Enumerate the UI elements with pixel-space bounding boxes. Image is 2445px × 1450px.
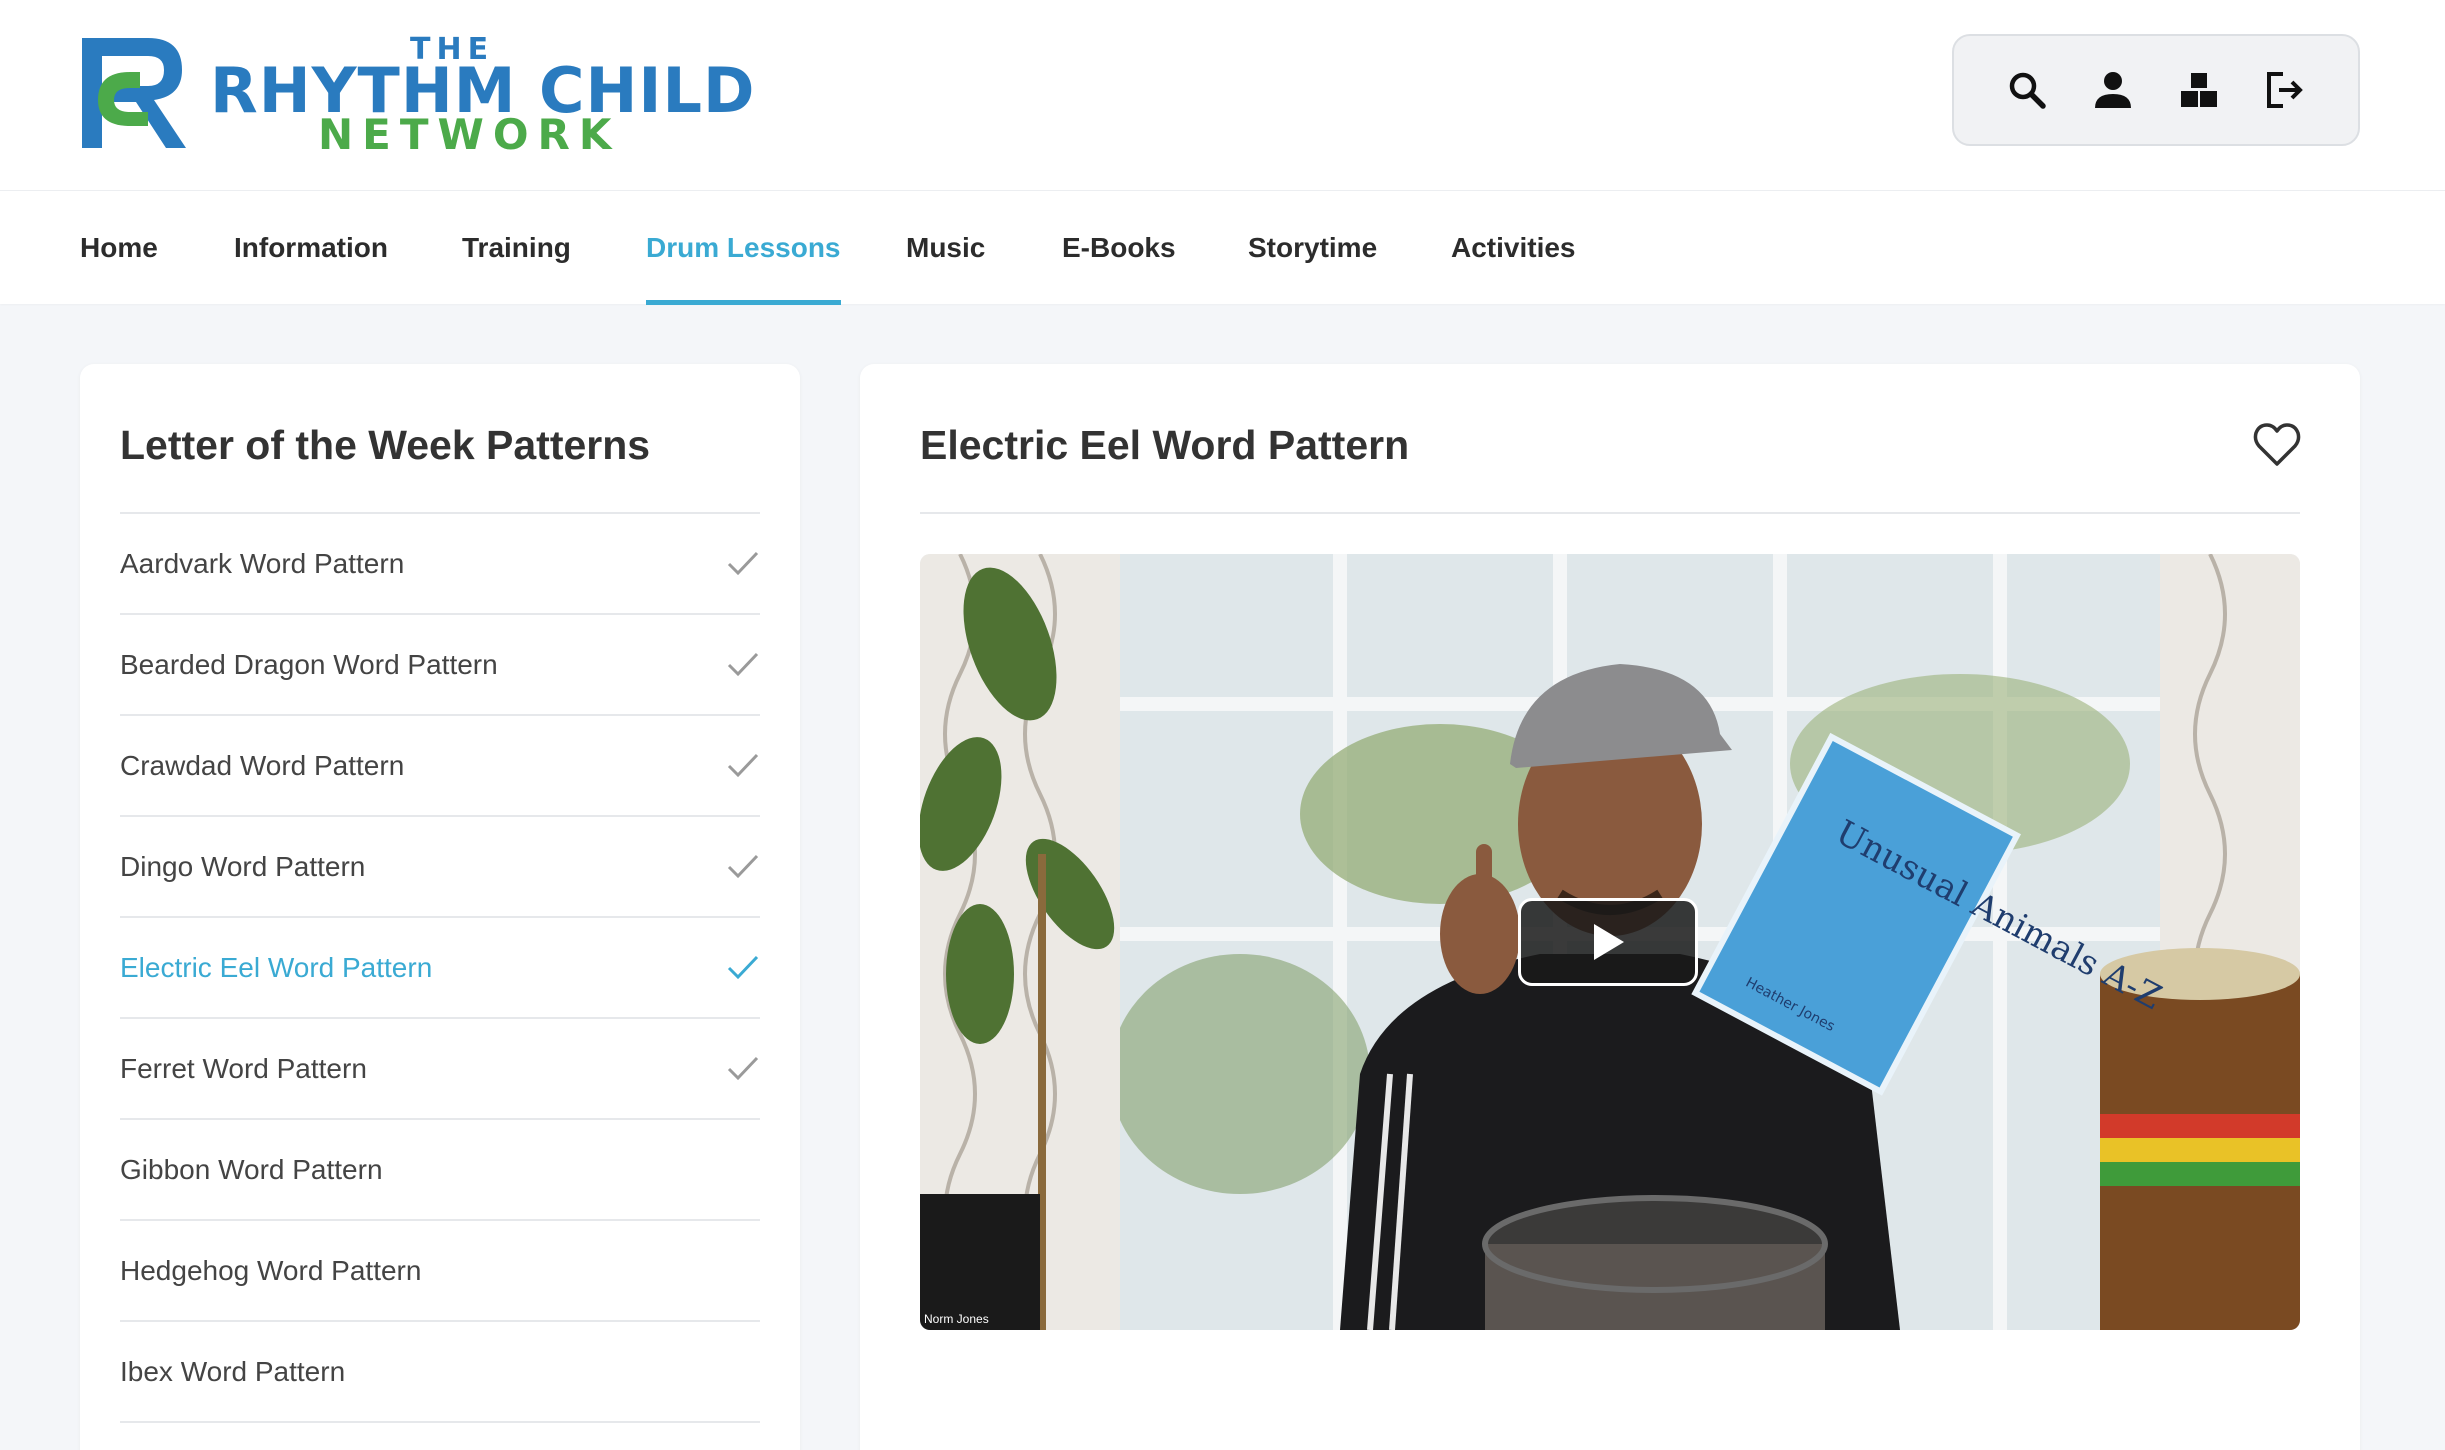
lesson-title: Electric Eel Word Pattern bbox=[920, 422, 1410, 468]
header-toolbar bbox=[1952, 34, 2360, 146]
lesson-list-item[interactable]: Electric Eel Word Pattern bbox=[120, 918, 760, 1019]
nav-home[interactable]: Home bbox=[80, 191, 158, 305]
user-icon[interactable] bbox=[2091, 68, 2135, 112]
search-icon[interactable] bbox=[2005, 68, 2049, 112]
nav-activities[interactable]: Activities bbox=[1451, 191, 1576, 305]
checkmark-icon bbox=[727, 551, 759, 576]
lesson-label: Dingo Word Pattern bbox=[120, 850, 366, 882]
lesson-label: Crawdad Word Pattern bbox=[120, 749, 405, 781]
lesson-list-item[interactable]: Dingo Word Pattern bbox=[120, 817, 760, 918]
blocks-icon[interactable] bbox=[2177, 68, 2221, 112]
site-header: THE RHYTHM CHILD NETWORK bbox=[0, 0, 2445, 190]
nav-ebooks[interactable]: E-Books bbox=[1062, 191, 1176, 305]
lesson-list-item[interactable]: Bearded Dragon Word Pattern bbox=[120, 615, 760, 716]
lesson-label: Ibex Word Pattern bbox=[120, 1355, 346, 1387]
checkmark-icon bbox=[727, 854, 759, 879]
lesson-label: Ferret Word Pattern bbox=[120, 1052, 367, 1084]
lesson-label: Gibbon Word Pattern bbox=[120, 1153, 383, 1185]
nav-training[interactable]: Training bbox=[462, 191, 571, 305]
video-caption: Norm Jones bbox=[924, 1312, 989, 1326]
lesson-list: Aardvark Word Pattern Bearded Dragon Word… bbox=[120, 514, 760, 1423]
nav-drum-lessons-label: Drum Lessons bbox=[646, 232, 841, 263]
nav-storytime[interactable]: Storytime bbox=[1248, 191, 1377, 305]
lesson-label: Bearded Dragon Word Pattern bbox=[120, 648, 498, 680]
lesson-list-item[interactable]: Gibbon Word Pattern bbox=[120, 1120, 760, 1221]
lesson-list-item[interactable]: Ibex Word Pattern bbox=[120, 1322, 760, 1423]
sidebar-title: Letter of the Week Patterns bbox=[120, 422, 651, 468]
lesson-label: Hedgehog Word Pattern bbox=[120, 1254, 422, 1286]
main-nav: Home Information Training Drum Lessons M… bbox=[0, 190, 2445, 305]
nav-information[interactable]: Information bbox=[234, 191, 388, 305]
lesson-list-item[interactable]: Aardvark Word Pattern bbox=[120, 514, 760, 615]
nav-music[interactable]: Music bbox=[906, 191, 985, 305]
lesson-list-item[interactable]: Crawdad Word Pattern bbox=[120, 716, 760, 817]
lesson-content-card: Electric Eel Word Pattern Unusual Animal… bbox=[860, 364, 2360, 1450]
site-logo[interactable]: THE RHYTHM CHILD NETWORK bbox=[78, 30, 754, 159]
logo-sub-text: NETWORK bbox=[318, 110, 621, 159]
play-icon bbox=[1594, 924, 1624, 960]
nav-active-underline bbox=[646, 300, 841, 305]
lesson-list-item[interactable]: Ferret Word Pattern bbox=[120, 1019, 760, 1120]
heart-outline-icon[interactable] bbox=[2252, 420, 2302, 470]
logo-mark-icon bbox=[82, 38, 186, 148]
play-button[interactable] bbox=[1518, 898, 1698, 986]
checkmark-icon bbox=[727, 955, 759, 980]
lesson-list-item[interactable]: Hedgehog Word Pattern bbox=[120, 1221, 760, 1322]
logout-icon[interactable] bbox=[2263, 68, 2307, 112]
nav-drum-lessons[interactable]: Drum Lessons bbox=[646, 191, 841, 305]
divider bbox=[920, 512, 2300, 514]
video-player[interactable]: Unusual Animals A-Z Heather Jones Norm J… bbox=[920, 554, 2300, 1330]
checkmark-icon bbox=[727, 652, 759, 677]
checkmark-icon bbox=[727, 753, 759, 778]
checkmark-icon bbox=[727, 1056, 759, 1081]
lesson-label: Aardvark Word Pattern bbox=[120, 547, 405, 579]
lesson-list-card: Letter of the Week Patterns Aardvark Wor… bbox=[80, 364, 800, 1450]
lesson-label: Electric Eel Word Pattern bbox=[120, 951, 433, 983]
